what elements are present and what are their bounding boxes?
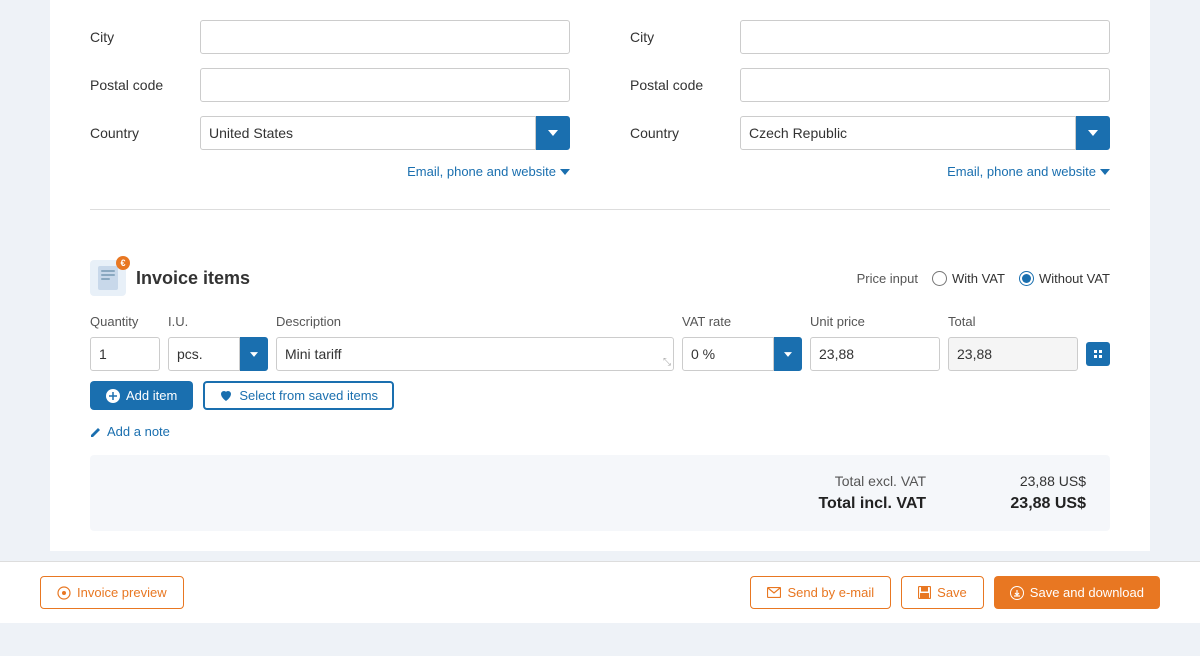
save-label: Save [937, 585, 967, 600]
save-icon [918, 586, 931, 599]
total-input[interactable] [948, 337, 1078, 371]
right-country-dropdown-btn[interactable] [1076, 116, 1110, 150]
description-input[interactable] [276, 337, 674, 371]
save-download-label: Save and download [1030, 585, 1144, 600]
left-country-dropdown-btn[interactable] [536, 116, 570, 150]
iu-dropdown-btn[interactable] [240, 337, 268, 371]
left-country-select-wrapper: United States Czech Republic Germany Fra… [200, 116, 570, 150]
select-saved-items-button[interactable]: Select from saved items [203, 381, 394, 410]
invoice-items-section: € Invoice items Price input With VAT Wit… [50, 260, 1150, 551]
invoice-icon: € [90, 260, 126, 296]
eye-icon [57, 586, 71, 600]
invoice-doc-icon [98, 266, 118, 290]
left-city-label: City [90, 29, 200, 45]
resize-icon: ⤡ [663, 357, 671, 368]
right-postal-label: Postal code [630, 77, 740, 93]
table-row: pcs. hrs. kg ⤡ 0 % [90, 337, 1110, 371]
without-vat-radio[interactable] [1019, 271, 1034, 286]
invoice-preview-button[interactable]: Invoice preview [40, 576, 184, 609]
without-vat-option[interactable]: Without VAT [1019, 271, 1110, 286]
footer-bar: Invoice preview Send by e-mail Save [0, 561, 1200, 623]
quantity-input[interactable] [90, 337, 160, 371]
col-header-description: Description [276, 314, 674, 329]
iu-select[interactable]: pcs. hrs. kg [168, 337, 240, 371]
delete-row-btn[interactable] [1086, 342, 1110, 366]
add-note-link[interactable]: Add a note [90, 424, 170, 439]
price-input-label: Price input [857, 271, 918, 286]
description-input-wrapper: ⤡ [276, 337, 674, 371]
left-email-phone-link[interactable]: Email, phone and website [90, 164, 570, 179]
price-input-group: Price input With VAT Without VAT [857, 271, 1110, 286]
heart-icon [219, 389, 233, 403]
total-incl-vat-label: Total incl. VAT [786, 495, 926, 513]
total-incl-vat-row: Total incl. VAT 23,88 US$ [786, 495, 1086, 513]
action-buttons: Add item Select from saved items [90, 381, 1110, 410]
send-icon [767, 587, 781, 598]
total-excl-vat-value: 23,88 US$ [986, 473, 1086, 489]
add-item-label: Add item [126, 388, 177, 403]
with-vat-label: With VAT [952, 271, 1005, 286]
left-city-input[interactable] [200, 20, 570, 54]
with-vat-option[interactable]: With VAT [932, 271, 1005, 286]
left-postal-input[interactable] [200, 68, 570, 102]
left-postal-label: Postal code [90, 77, 200, 93]
with-vat-radio[interactable] [932, 271, 947, 286]
right-address-col: City Postal code Country Czech Republic … [630, 20, 1110, 179]
right-email-phone-text: Email, phone and website [947, 164, 1096, 179]
iu-select-wrapper: pcs. hrs. kg [168, 337, 268, 371]
items-table-header: Quantity I.U. Description VAT rate Unit … [90, 314, 1110, 329]
total-excl-vat-label: Total excl. VAT [786, 473, 926, 489]
vat-rate-dropdown-btn[interactable] [774, 337, 802, 371]
left-address-col: City Postal code Country United States C… [90, 20, 570, 179]
send-email-label: Send by e-mail [787, 585, 874, 600]
right-email-phone-link[interactable]: Email, phone and website [630, 164, 1110, 179]
right-city-input[interactable] [740, 20, 1110, 54]
left-country-label: Country [90, 125, 200, 141]
right-country-select[interactable]: Czech Republic United States Germany Fra… [740, 116, 1076, 150]
col-header-quantity: Quantity [90, 314, 160, 329]
unit-price-input[interactable] [810, 337, 940, 371]
left-country-select[interactable]: United States Czech Republic Germany Fra… [200, 116, 536, 150]
footer-right-buttons: Send by e-mail Save Save and download [750, 576, 1160, 609]
totals-box: Total excl. VAT 23,88 US$ Total incl. VA… [90, 455, 1110, 531]
vat-rate-select[interactable]: 0 % 5 % 10 % 15 % 20 % [682, 337, 774, 371]
right-postal-input[interactable] [740, 68, 1110, 102]
send-email-button[interactable]: Send by e-mail [750, 576, 891, 609]
select-saved-label: Select from saved items [239, 388, 378, 403]
add-item-button[interactable]: Add item [90, 381, 193, 410]
right-city-label: City [630, 29, 740, 45]
right-country-label: Country [630, 125, 740, 141]
invoice-preview-label: Invoice preview [77, 585, 167, 600]
col-header-total: Total [948, 314, 1078, 329]
invoice-title-group: € Invoice items [90, 260, 250, 296]
invoice-title: Invoice items [136, 268, 250, 289]
section-divider [90, 209, 1110, 210]
pencil-icon [90, 426, 102, 438]
col-header-iu: I.U. [168, 314, 268, 329]
download-icon [1010, 586, 1024, 600]
left-email-phone-text: Email, phone and website [407, 164, 556, 179]
save-download-button[interactable]: Save and download [994, 576, 1160, 609]
without-vat-label: Without VAT [1039, 271, 1110, 286]
add-note-label: Add a note [107, 424, 170, 439]
total-incl-vat-value: 23,88 US$ [986, 495, 1086, 513]
col-header-unit-price: Unit price [810, 314, 940, 329]
vat-rate-select-wrapper: 0 % 5 % 10 % 15 % 20 % [682, 337, 802, 371]
invoice-icon-badge: € [116, 256, 130, 270]
right-country-select-wrapper: Czech Republic United States Germany Fra… [740, 116, 1110, 150]
invoice-header: € Invoice items Price input With VAT Wit… [90, 260, 1110, 296]
plus-icon [106, 389, 120, 403]
save-button[interactable]: Save [901, 576, 984, 609]
total-excl-vat-row: Total excl. VAT 23,88 US$ [786, 473, 1086, 489]
col-header-vat: VAT rate [682, 314, 802, 329]
